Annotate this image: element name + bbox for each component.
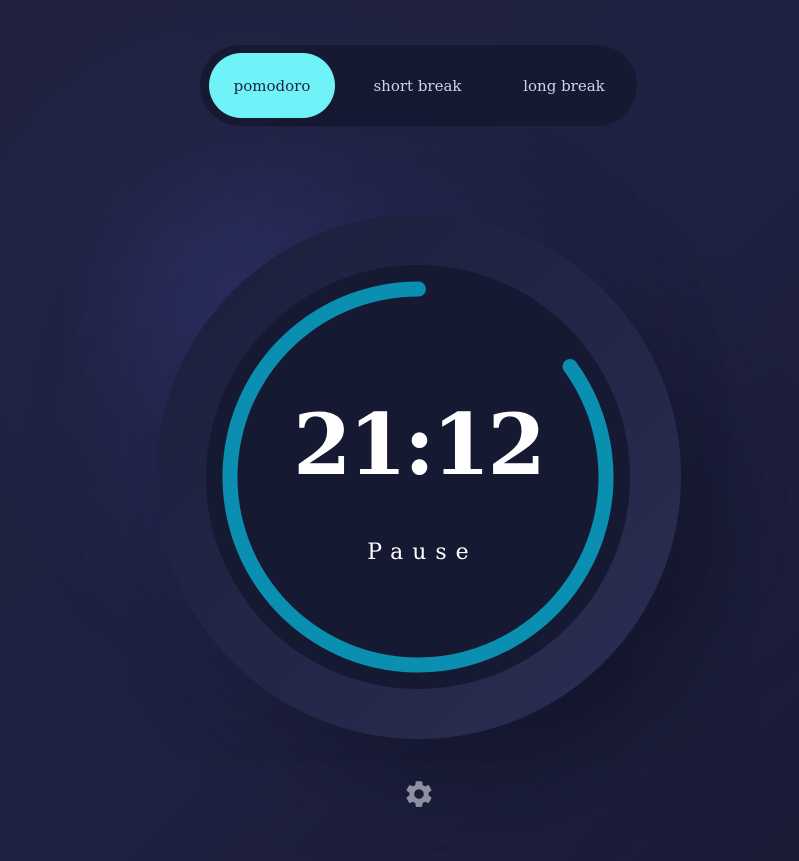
tab-long-break-label: long break <box>523 76 605 95</box>
tab-short-break[interactable]: short break <box>355 53 480 118</box>
tab-long-break[interactable]: long break <box>500 53 628 118</box>
settings-button[interactable] <box>401 776 437 812</box>
gear-icon <box>406 781 432 807</box>
mode-selector: pomodoro short break long break <box>200 45 637 126</box>
pause-button[interactable]: Pause <box>306 532 530 572</box>
tab-pomodoro-label: pomodoro <box>233 76 311 95</box>
time-remaining: 21:12 <box>293 395 546 494</box>
tab-short-break-label: short break <box>373 76 462 95</box>
tab-pomodoro[interactable]: pomodoro <box>209 53 335 118</box>
